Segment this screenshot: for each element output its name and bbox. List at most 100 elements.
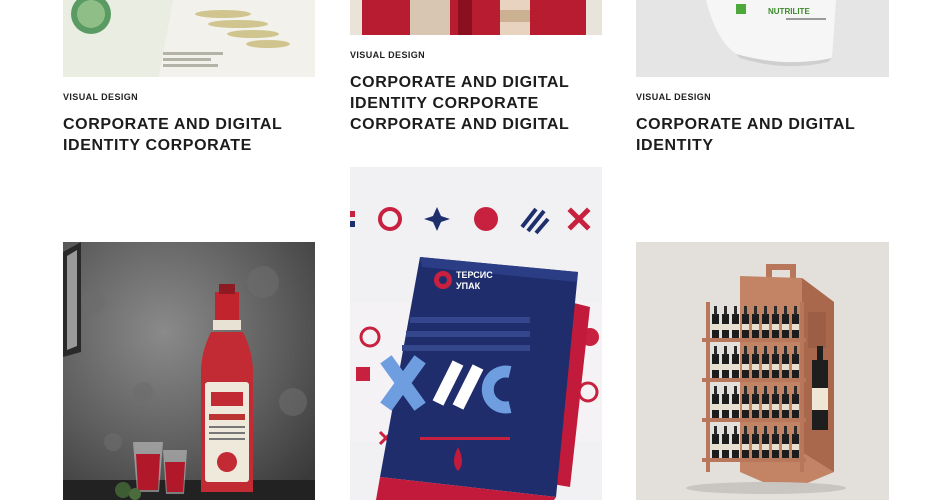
bottle-label-shape bbox=[732, 324, 739, 330]
bottle-label-shape bbox=[752, 444, 759, 450]
bottle-label-shape bbox=[792, 404, 799, 410]
project-title[interactable]: CORPORATE AND DIGITAL IDENTITY CORPORATE… bbox=[350, 72, 569, 135]
folder-brand-line2: УПАК bbox=[456, 281, 481, 291]
project-title[interactable]: CORPORATE AND DIGITAL IDENTITY CORPORATE bbox=[63, 114, 282, 156]
bottle-neck-shape bbox=[744, 306, 747, 315]
bottle-label-shape bbox=[762, 364, 769, 370]
bottle-neck-shape bbox=[714, 426, 717, 435]
bottle-label-shape bbox=[782, 404, 789, 410]
bottle-neck-shape bbox=[734, 386, 737, 395]
bottle-neck-shape bbox=[744, 426, 747, 435]
folder-brand-line1: ТЕРСИС bbox=[456, 270, 493, 280]
bottle-label-shape bbox=[712, 364, 719, 370]
bottle-neck-shape bbox=[774, 426, 777, 435]
bottle-label-shape bbox=[792, 364, 799, 370]
bottle-neck-shape bbox=[724, 346, 727, 355]
bottle-label-shape bbox=[782, 324, 789, 330]
bottle-label-shape bbox=[742, 444, 749, 450]
nutrilite-brand-text: NUTRILITE bbox=[768, 7, 810, 16]
bottle-label-shape bbox=[762, 404, 769, 410]
project-title-line[interactable]: IDENTITY bbox=[636, 135, 855, 156]
bottle-label-shape bbox=[742, 324, 749, 330]
project-thumbnail-top-right[interactable]: NUTRILITE bbox=[636, 0, 889, 77]
bottle-neck-shape bbox=[754, 306, 757, 315]
bottle-label-shape bbox=[722, 324, 729, 330]
project-title[interactable]: CORPORATE AND DIGITAL IDENTITY bbox=[636, 114, 855, 156]
bottle-label-shape bbox=[792, 324, 799, 330]
nutrilite-pouch-image: NUTRILITE bbox=[636, 0, 889, 77]
bottle-neck-shape bbox=[714, 346, 717, 355]
bottle-neck-shape bbox=[784, 306, 787, 315]
bottle-neck-shape bbox=[764, 386, 767, 395]
project-title-line[interactable]: IDENTITY CORPORATE bbox=[350, 93, 569, 114]
bottle-neck-shape bbox=[744, 386, 747, 395]
bottle-neck-shape bbox=[754, 426, 757, 435]
bottle-neck-shape bbox=[774, 306, 777, 315]
magazine-spread-image bbox=[63, 0, 315, 77]
bottle-label-shape bbox=[732, 444, 739, 450]
bottle-label-shape bbox=[742, 364, 749, 370]
vodka-bottle-image bbox=[63, 242, 315, 500]
bottle-neck-shape bbox=[714, 386, 717, 395]
bottle-neck-shape bbox=[794, 426, 797, 435]
bottle-neck-shape bbox=[774, 386, 777, 395]
bottle-neck-shape bbox=[724, 426, 727, 435]
project-title-line[interactable]: IDENTITY CORPORATE bbox=[63, 135, 282, 156]
project-thumbnail-top-center[interactable] bbox=[350, 0, 602, 35]
bottle-label-shape bbox=[772, 404, 779, 410]
project-thumbnail-bottom-left[interactable] bbox=[63, 242, 315, 500]
bottle-label-shape bbox=[762, 324, 769, 330]
project-thumbnail-bottom-center[interactable]: ТЕРСИС УПАК bbox=[350, 167, 602, 500]
bottle-neck-shape bbox=[734, 346, 737, 355]
copper-display-stand-image bbox=[636, 242, 889, 500]
bottles-on-red-image bbox=[350, 0, 602, 35]
bottle-neck-shape bbox=[764, 306, 767, 315]
bottle-label-shape bbox=[722, 364, 729, 370]
bottle-neck-shape bbox=[754, 386, 757, 395]
bottle-neck-shape bbox=[754, 346, 757, 355]
bottle-neck-shape bbox=[794, 306, 797, 315]
bottle-label-shape bbox=[732, 404, 739, 410]
bottle-label-shape bbox=[732, 364, 739, 370]
project-thumbnail-top-left[interactable] bbox=[63, 0, 315, 77]
project-thumbnail-bottom-right[interactable] bbox=[636, 242, 889, 500]
project-title-line[interactable]: CORPORATE AND DIGITAL bbox=[636, 114, 855, 135]
project-category: VISUAL DESIGN bbox=[636, 92, 712, 102]
bottle-neck-shape bbox=[774, 346, 777, 355]
bottle-label-shape bbox=[712, 444, 719, 450]
bottle-neck-shape bbox=[784, 426, 787, 435]
bottle-label-shape bbox=[742, 404, 749, 410]
bottle-label-shape bbox=[772, 324, 779, 330]
bottle-label-shape bbox=[752, 324, 759, 330]
bottle-neck-shape bbox=[714, 306, 717, 315]
bottle-neck-shape bbox=[764, 426, 767, 435]
bottle-label-shape bbox=[752, 404, 759, 410]
project-title-line[interactable]: CORPORATE AND DIGITAL bbox=[63, 114, 282, 135]
bottle-label-shape bbox=[782, 444, 789, 450]
bottle-neck-shape bbox=[734, 426, 737, 435]
bottle-neck-shape bbox=[724, 306, 727, 315]
bottle-label-shape bbox=[772, 364, 779, 370]
bottle-label-shape bbox=[772, 444, 779, 450]
bottle-label-shape bbox=[752, 364, 759, 370]
bottle-label-shape bbox=[712, 324, 719, 330]
project-category: VISUAL DESIGN bbox=[63, 92, 139, 102]
bottle-neck-shape bbox=[784, 346, 787, 355]
bottle-label-shape bbox=[762, 444, 769, 450]
bottle-label-shape bbox=[782, 364, 789, 370]
bottle-neck-shape bbox=[784, 386, 787, 395]
bottle-neck-shape bbox=[734, 306, 737, 315]
bottle-neck-shape bbox=[794, 386, 797, 395]
bottle-label-shape bbox=[722, 444, 729, 450]
bottle-neck-shape bbox=[794, 346, 797, 355]
bottle-label-shape bbox=[722, 404, 729, 410]
bottle-neck-shape bbox=[764, 346, 767, 355]
tersis-folder-image: ТЕРСИС УПАК bbox=[350, 167, 602, 500]
bottle-label-shape bbox=[712, 404, 719, 410]
project-title-line[interactable]: CORPORATE AND DIGITAL bbox=[350, 114, 569, 135]
bottle-neck-shape bbox=[744, 346, 747, 355]
bottle-label-shape bbox=[792, 444, 799, 450]
bottle-neck-shape bbox=[724, 386, 727, 395]
project-title-line[interactable]: CORPORATE AND DIGITAL bbox=[350, 72, 569, 93]
project-category: VISUAL DESIGN bbox=[350, 50, 426, 60]
